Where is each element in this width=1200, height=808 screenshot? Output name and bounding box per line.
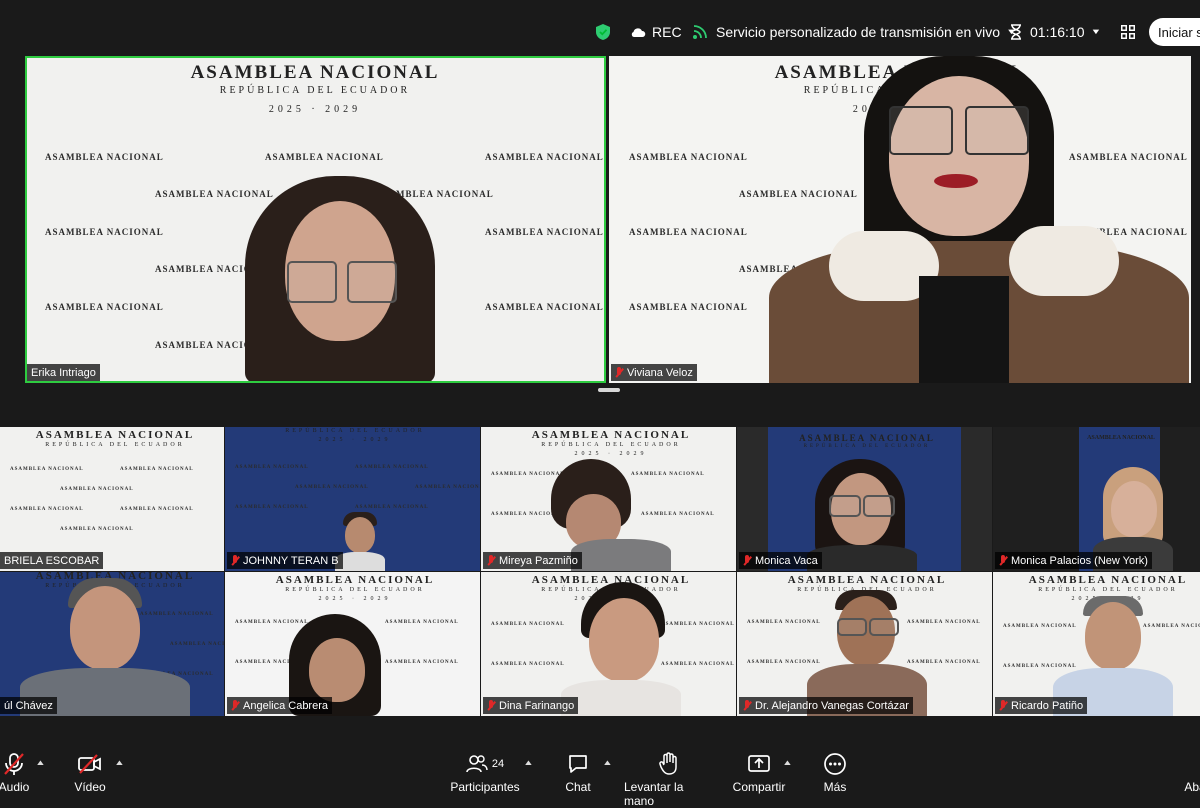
mic-muted-icon bbox=[999, 700, 1007, 711]
chevron-down-icon: ▼ bbox=[1090, 27, 1102, 37]
video-tile-alejandro-vanegas[interactable]: ASAMBLEA NACIONAL REPÚBLICA DEL ECUADOR … bbox=[737, 572, 992, 716]
chat-options-caret-icon[interactable]: ▲ bbox=[602, 759, 613, 767]
mic-muted-icon bbox=[743, 700, 751, 711]
mic-muted-icon bbox=[231, 555, 239, 566]
mic-muted-icon bbox=[999, 555, 1007, 566]
video-tile-johnny-teran[interactable]: REPÚBLICA DEL ECUADOR 2025 · 2029 ASAMBL… bbox=[225, 427, 480, 571]
encryption-shield-icon[interactable] bbox=[596, 18, 610, 46]
participant-name-tag: Monica Palacios (New York) bbox=[995, 552, 1152, 569]
participant-video bbox=[769, 56, 1189, 383]
participant-name-tag: BRIELA ESCOBAR bbox=[0, 552, 104, 569]
meeting-top-bar: REC Servicio personalizado de transmisió… bbox=[0, 0, 1200, 56]
start-button[interactable]: Iniciar s bbox=[1149, 18, 1200, 46]
audio-button[interactable]: Audio bbox=[0, 751, 34, 794]
video-tile-mireya-pazmino[interactable]: ASAMBLEA NACIONAL REPÚBLICA DEL ECUADOR … bbox=[481, 427, 736, 571]
meeting-timer[interactable]: 01:16:10 ▼ bbox=[1010, 18, 1101, 46]
participant-video bbox=[245, 176, 435, 383]
participant-name-tag: JOHNNY TERAN B bbox=[227, 552, 343, 569]
video-options-caret-icon[interactable]: ▲ bbox=[114, 759, 125, 767]
participant-name-tag: Mireya Pazmiño bbox=[483, 552, 582, 569]
participant-video bbox=[20, 578, 190, 716]
resize-handle[interactable] bbox=[598, 388, 620, 392]
raise-hand-icon bbox=[659, 752, 677, 775]
participant-video bbox=[561, 582, 681, 716]
video-tile-briela-escobar[interactable]: ASAMBLEA NACIONAL REPÚBLICA DEL ECUADOR … bbox=[0, 427, 224, 571]
leave-button[interactable]: Aba bbox=[1180, 751, 1200, 794]
video-tile-monica-palacios[interactable]: ASAMBLEA NACIONAL Monica Palacios (New Y… bbox=[993, 427, 1200, 571]
gallery-view-button[interactable] bbox=[1121, 18, 1135, 46]
participants-icon bbox=[466, 755, 488, 773]
backdrop-logo: ASAMBLEA NACIONAL REPÚBLICA DEL ECUADOR … bbox=[190, 62, 440, 115]
video-off-icon bbox=[78, 754, 101, 774]
cloud-recording-indicator[interactable]: REC bbox=[630, 18, 682, 46]
mic-muted-icon bbox=[487, 555, 495, 566]
participants-count: 24 bbox=[491, 758, 505, 770]
more-button[interactable]: Más bbox=[818, 751, 852, 794]
chat-icon bbox=[569, 755, 587, 773]
share-screen-icon bbox=[748, 755, 770, 772]
video-tile-dina-farinango[interactable]: ASAMBLEA NACIONAL REPÚBLICA DEL ECUADOR … bbox=[481, 572, 736, 716]
mic-muted-icon bbox=[231, 700, 239, 711]
chat-button[interactable]: Chat bbox=[560, 751, 596, 794]
live-signal-icon bbox=[693, 25, 707, 39]
video-tile-raul-chavez[interactable]: ASAMBLEA NACIONAL REPÚBLICA DEL ECUADOR … bbox=[0, 572, 224, 716]
video-button[interactable]: Vídeo bbox=[70, 751, 110, 794]
mic-muted-icon bbox=[4, 753, 24, 775]
share-screen-button[interactable]: Compartir bbox=[730, 751, 788, 794]
share-options-caret-icon[interactable]: ▲ bbox=[782, 759, 793, 767]
audio-options-caret-icon[interactable]: ▲ bbox=[35, 759, 46, 767]
participant-name-tag: Dina Farinango bbox=[483, 697, 579, 714]
participants-button[interactable]: 24 Participantes bbox=[450, 751, 520, 794]
raise-hand-button[interactable]: Levantar la mano bbox=[624, 751, 714, 808]
video-tile-viviana-veloz[interactable]: ASAMBLEA NACIONAL REPÚBLICA DEL ECUADOR … bbox=[609, 56, 1191, 383]
participant-name-tag: úl Chávez bbox=[0, 697, 57, 714]
participant-name-tag: Monica Vaca bbox=[739, 552, 822, 569]
meeting-toolbar: Audio ▲ Vídeo ▲ 24 Participantes ▲ Chat … bbox=[0, 745, 1200, 808]
grid-icon bbox=[1121, 25, 1135, 39]
video-tile-erika-intriago[interactable]: ASAMBLEA NACIONAL REPÚBLICA DEL ECUADOR … bbox=[25, 56, 606, 383]
rec-label: REC bbox=[652, 24, 682, 40]
participant-name-tag: Erika Intriago bbox=[27, 364, 100, 381]
timer-value: 01:16:10 bbox=[1030, 24, 1085, 40]
video-tile-ricardo-patino[interactable]: ASAMBLEA NACIONAL REPÚBLICA DEL ECUADOR … bbox=[993, 572, 1200, 716]
participants-options-caret-icon[interactable]: ▲ bbox=[523, 759, 534, 767]
hourglass-icon bbox=[1011, 24, 1021, 40]
video-tile-monica-vaca[interactable]: ASAMBLEA NACIONAL REPÚBLICA DEL ECUADOR … bbox=[737, 427, 992, 571]
participant-name-tag: Angelica Cabrera bbox=[227, 697, 332, 714]
participant-video bbox=[807, 459, 917, 571]
mic-muted-icon bbox=[487, 700, 495, 711]
more-icon bbox=[824, 753, 846, 775]
stream-label: Servicio personalizado de transmisión en… bbox=[716, 24, 1001, 40]
participant-name-tag: Dr. Alejandro Vanegas Cortázar bbox=[739, 697, 913, 714]
participant-name-tag: Ricardo Patiño bbox=[995, 697, 1088, 714]
cloud-icon bbox=[631, 27, 646, 37]
mic-muted-icon bbox=[743, 555, 751, 566]
participant-name-tag: Viviana Veloz bbox=[611, 364, 697, 381]
live-stream-indicator[interactable]: Servicio personalizado de transmisión en… bbox=[692, 18, 1017, 46]
mic-muted-icon bbox=[615, 367, 623, 378]
video-tile-angelica-cabrera[interactable]: ASAMBLEA NACIONAL REPÚBLICA DEL ECUADOR … bbox=[225, 572, 480, 716]
